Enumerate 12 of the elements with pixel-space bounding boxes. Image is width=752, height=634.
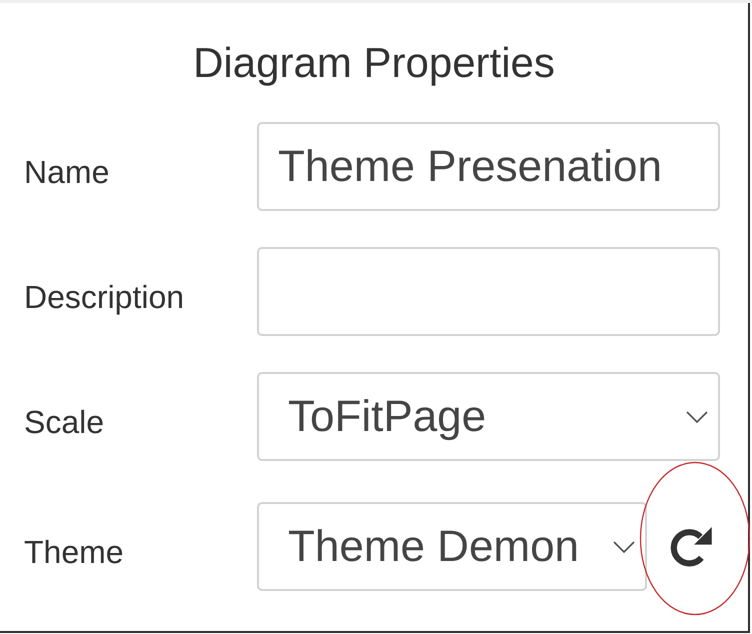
- field-label: Description: [24, 278, 184, 316]
- chevron-down-icon: [613, 540, 635, 552]
- text-field[interactable]: Theme Presenation: [257, 122, 720, 211]
- panel-title: Diagram Properties: [193, 39, 555, 87]
- field-label: Scale: [24, 403, 104, 441]
- field-label: Theme: [24, 533, 124, 571]
- dropdown[interactable]: ToFitPage: [257, 372, 720, 461]
- refresh-icon: [670, 526, 712, 566]
- chevron-down-icon: [686, 410, 708, 422]
- text-field[interactable]: [257, 247, 720, 336]
- dropdown[interactable]: Theme Demon: [257, 502, 647, 591]
- field-label: Name: [24, 153, 110, 191]
